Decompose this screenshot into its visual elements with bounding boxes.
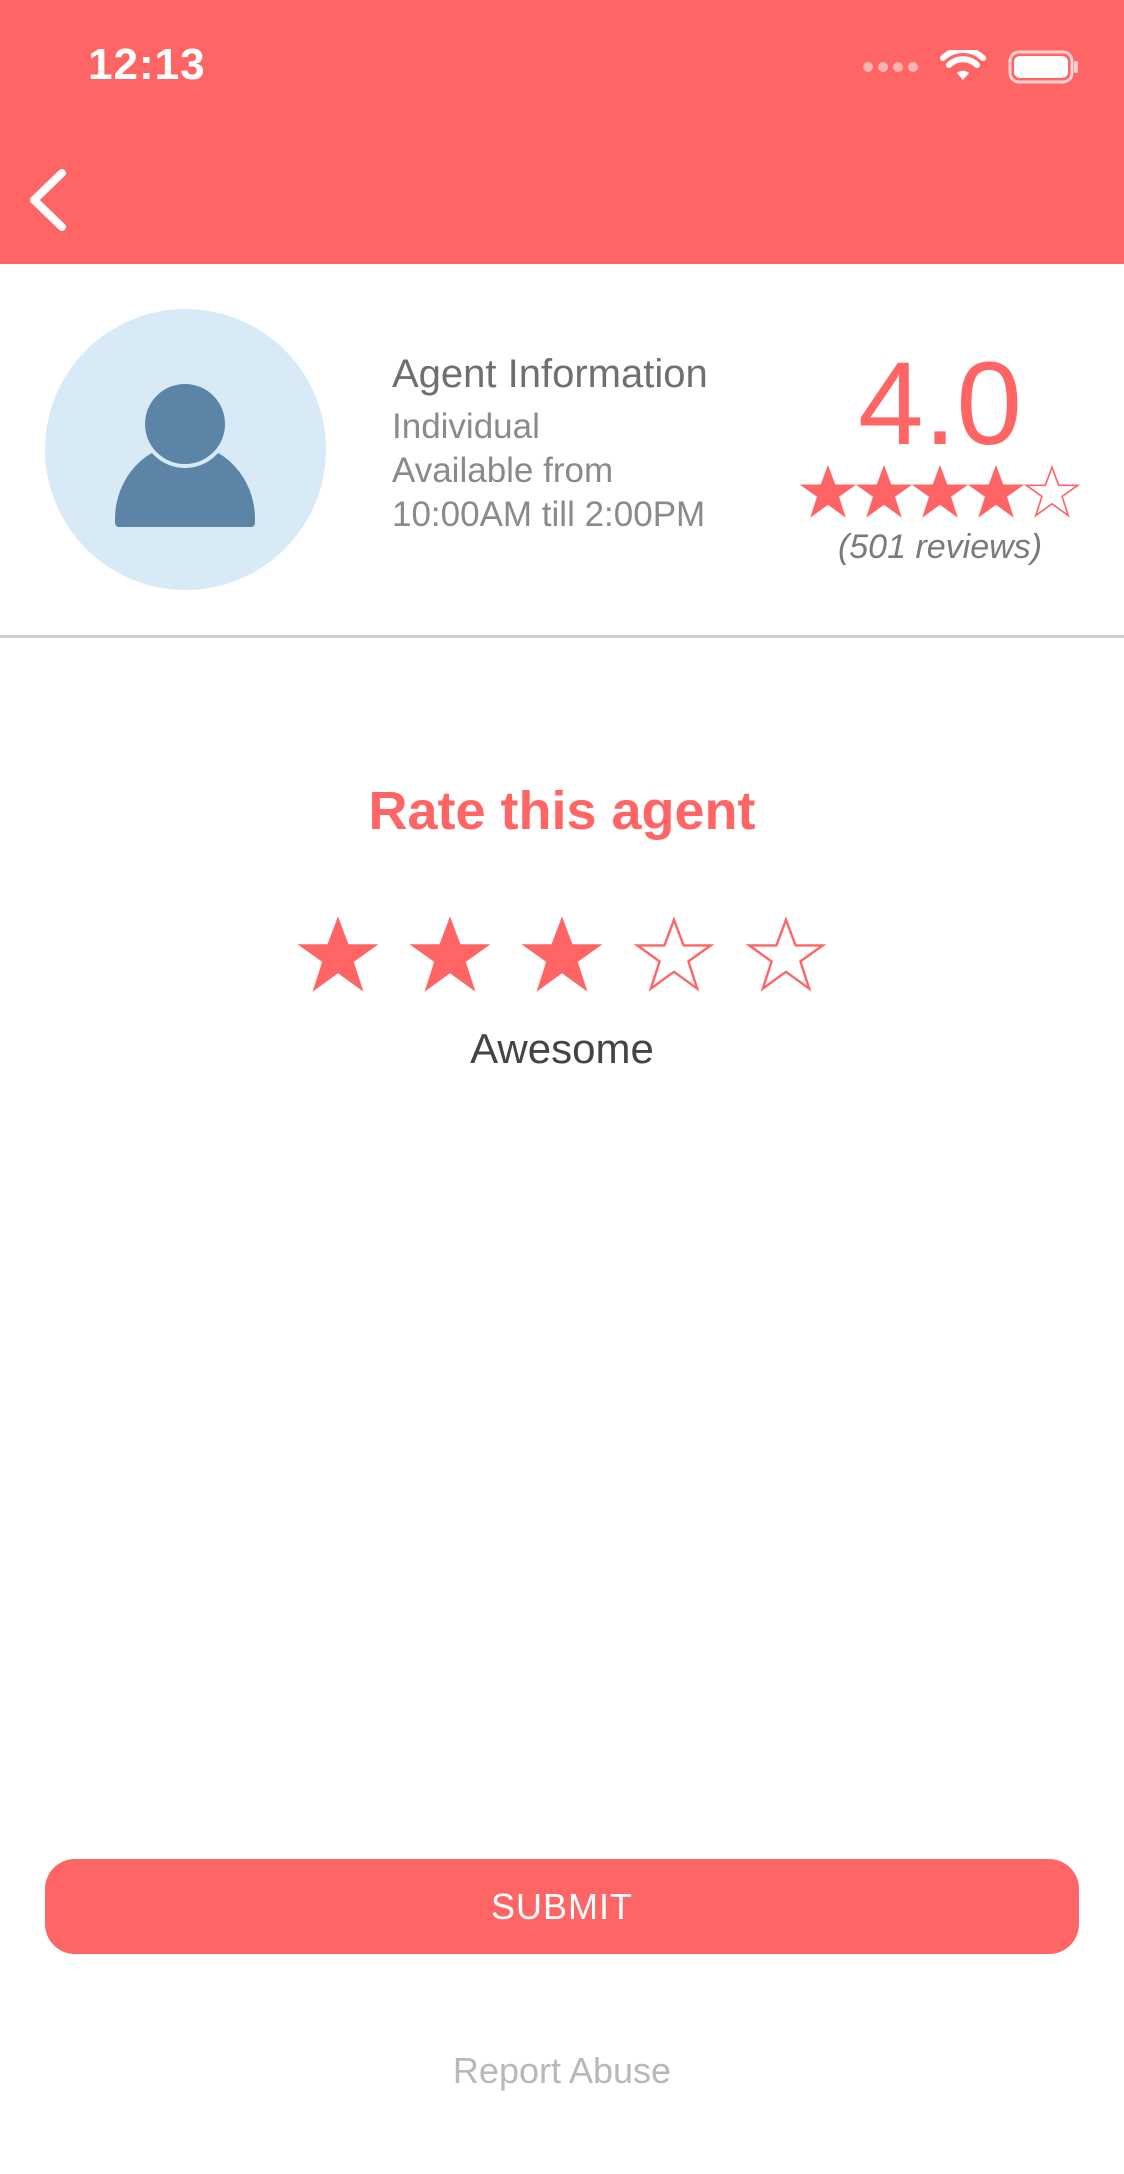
- cellular-signal-icon: [863, 62, 918, 72]
- report-abuse-link[interactable]: Report Abuse: [0, 2050, 1124, 2092]
- availability-line-2: 10:00AM till 2:00PM: [392, 495, 706, 534]
- screen: 12:13 Agent Information Individual Avail…: [0, 0, 1124, 2174]
- agent-info-section: Agent Information Individual Available f…: [0, 264, 1124, 638]
- agent-rating: 4.0 (501 reviews): [780, 344, 1100, 567]
- agent-info-title: Agent Information: [392, 352, 708, 396]
- status-icons: [863, 50, 1080, 84]
- rate-label: Awesome: [470, 1025, 654, 1072]
- review-count: (501 reviews): [837, 528, 1043, 566]
- agent-details: Agent Information Individual Available f…: [392, 352, 708, 537]
- rate-star-filled-icon[interactable]: [298, 915, 378, 995]
- wifi-icon: [940, 50, 986, 80]
- agent-type: Individual: [392, 407, 540, 446]
- rate-stars: [0, 915, 1124, 995]
- star-filled-icon: [800, 464, 856, 518]
- avatar: [45, 309, 326, 590]
- availability-line-1: Available from: [392, 451, 614, 490]
- star-filled-icon: [856, 464, 912, 518]
- star-filled-icon: [912, 464, 968, 518]
- rate-title: Rate this agent: [368, 781, 756, 841]
- battery-icon: [1008, 50, 1078, 84]
- rating-stars: [780, 464, 1100, 520]
- back-button[interactable]: [18, 160, 78, 240]
- submit-button[interactable]: SUBMIT: [45, 1859, 1079, 1954]
- chevron-left-icon: [30, 169, 66, 231]
- rating-value: 4.0: [857, 338, 1023, 470]
- nav-bar: 12:13: [0, 0, 1124, 264]
- rate-star-empty-icon[interactable]: [746, 915, 826, 995]
- rate-star-filled-icon[interactable]: [522, 915, 602, 995]
- rate-star-empty-icon[interactable]: [634, 915, 714, 995]
- person-icon: [115, 380, 255, 527]
- star-empty-icon: [1024, 464, 1080, 518]
- rate-star-filled-icon[interactable]: [410, 915, 490, 995]
- star-filled-icon: [968, 464, 1024, 518]
- status-time: 12:13: [88, 40, 206, 89]
